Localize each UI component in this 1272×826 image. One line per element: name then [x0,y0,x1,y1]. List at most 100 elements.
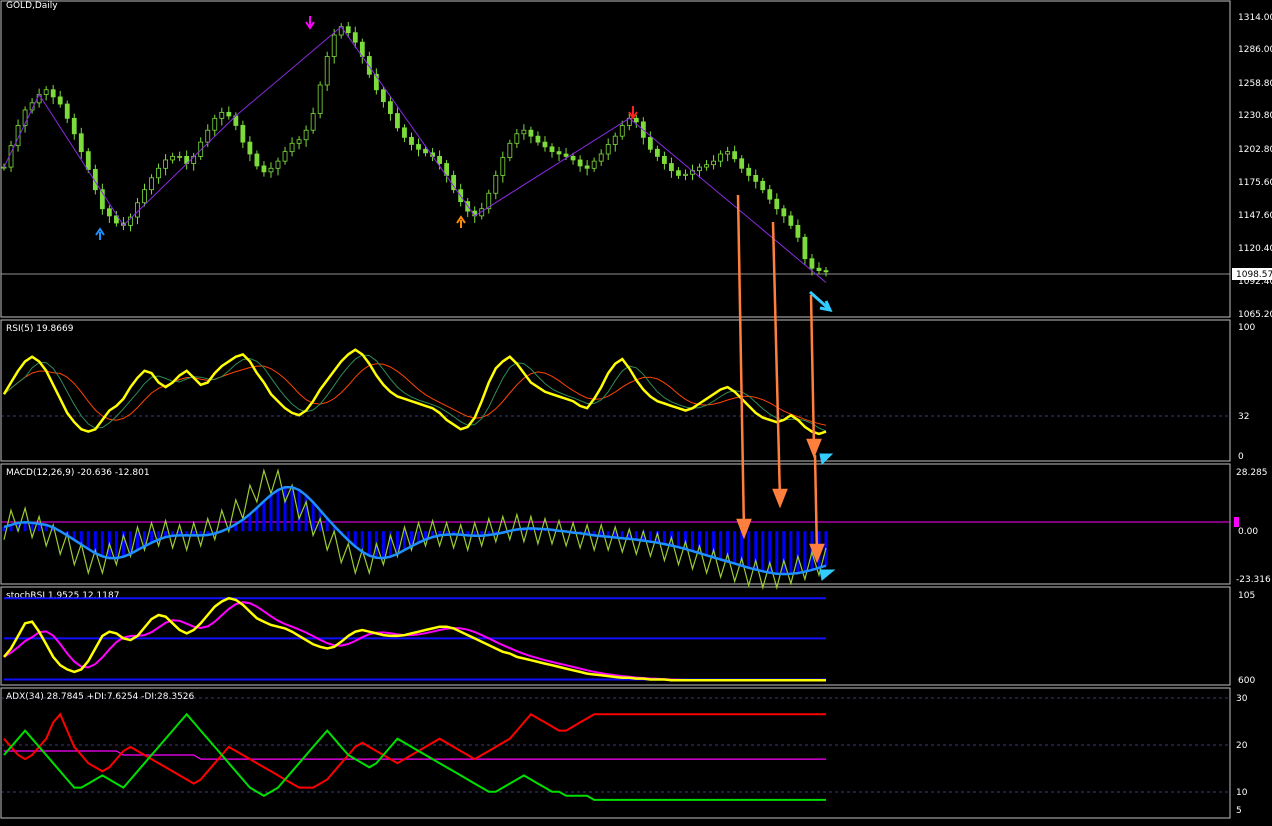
price-candle-body [719,154,723,161]
macd-histogram-bar [248,514,251,531]
macd-histogram-bar [775,531,778,574]
macd-main-line [4,471,826,588]
price-candle-body [606,144,610,154]
price-candle-body [409,137,413,144]
macd-histogram-bar [115,531,118,558]
macd-histogram-bar [761,531,764,571]
orange-arrow-head [774,490,786,505]
up-arrow-icon [457,217,465,228]
down-arrow-icon [629,106,637,118]
signal-arrows [96,16,637,240]
price-candle-body [79,134,83,152]
price-candle-body [676,171,680,176]
price-candle-body [578,160,582,166]
adx-minus-di-line [4,714,826,787]
stoch-d-line [4,602,826,680]
price-candle-body [65,104,69,118]
price-candle-body [438,156,442,163]
macd-histogram-bar [663,531,666,544]
orange-arrow-line [811,295,814,450]
price-candle-body [564,154,568,156]
price-candle-body [571,156,575,160]
price-candle-body [72,118,76,133]
price-candle-body [768,190,772,200]
price-candle-body [37,95,41,103]
up-arrow-icon [96,229,104,240]
macd-histogram-bar [255,508,258,531]
price-candle-body [817,268,821,270]
price-candle-body [86,152,90,170]
cyan-triangle-icon [820,454,832,464]
price-candle-body [599,154,603,161]
price-candle-body [297,140,301,144]
stoch-panel-frame [1,587,1230,685]
macd-signal-line [4,487,826,574]
price-candle-body [662,156,666,163]
rsi-tick: 32 [1238,412,1249,422]
macd-histogram-bar [789,531,792,574]
macd-histogram-bar [24,522,27,531]
macd-histogram-bar [382,531,385,558]
macd-histogram-bar [101,531,104,556]
price-candle-body [536,136,540,142]
price-candle-body [44,90,48,95]
cyan-diagonal-arrow-icon [810,292,830,310]
price-tick: 1202.80 [1238,145,1272,155]
down-arrow-icon [306,16,314,28]
price-candle-body [58,97,62,104]
chart-canvas[interactable]: GOLD,Daily RSI(5) 19.8669 MACD(12,26,9) … [0,0,1272,822]
price-candle-body [255,154,259,166]
macd-panel-frame [1,464,1230,584]
price-candle-body [810,259,814,269]
adx-tick: 20 [1236,741,1248,751]
orange-arrow-line [738,195,744,532]
orange-arrow-line [773,222,780,500]
price-candle-body [634,118,638,122]
macd-title: MACD(12,26,9) -20.636 -12.801 [6,468,150,478]
price-tick: 1175.60 [1238,178,1272,188]
adx-title: ADX(34) 28.7845 +DI:7.6254 -DI:28.3526 [6,692,195,702]
macd-histogram-bar [782,531,785,574]
price-candle-body [592,161,596,168]
price-candle-body [283,152,287,162]
price-candle-body [178,156,182,157]
price-candle-body [353,33,357,43]
price-candle-body [733,152,737,159]
adx-series [4,714,826,800]
price-candle-body [740,159,744,169]
price-tick: 1286.00 [1238,45,1272,55]
price-tick: 1314.00 [1238,13,1272,23]
rsi-tick: 100 [1238,323,1255,333]
macd-histogram-bar [796,531,799,573]
price-candle-body [613,136,617,144]
price-candle-body [683,174,687,175]
price-series [2,22,828,283]
price-tick: 1230.80 [1238,111,1272,121]
price-candle-body [381,90,385,102]
macd-histogram-bar [277,490,280,531]
macd-histogram-bar [691,531,694,551]
price-candle-body [227,112,231,116]
price-candle-body [395,114,399,128]
price-candle-body [726,152,730,154]
macd-histogram-bar [649,531,652,541]
macd-histogram-bar [269,495,272,531]
macd-histogram-bar [284,487,287,531]
price-candle-body [705,165,709,167]
price-candle-body [220,112,224,118]
price-candle-body [346,27,350,33]
price-candle-body [761,181,765,189]
chart-window[interactable]: GOLD,Daily RSI(5) 19.8669 MACD(12,26,9) … [0,0,1272,822]
rsi-panel-frame [1,320,1230,461]
price-candle-body [824,271,828,272]
rsi-tick: 0 [1238,452,1244,462]
stoch-title: stochRSI 1.9525 12.1187 [6,591,119,601]
macd-level-marker [1234,517,1239,527]
macd-histogram-bar [747,531,750,568]
price-tick: 1258.80 [1238,79,1272,89]
rsi-main-line [4,350,826,434]
price-candle-body [782,209,786,216]
price-candle-body [51,90,55,97]
price-candle-body [789,216,793,226]
price-candle-body [318,85,322,114]
